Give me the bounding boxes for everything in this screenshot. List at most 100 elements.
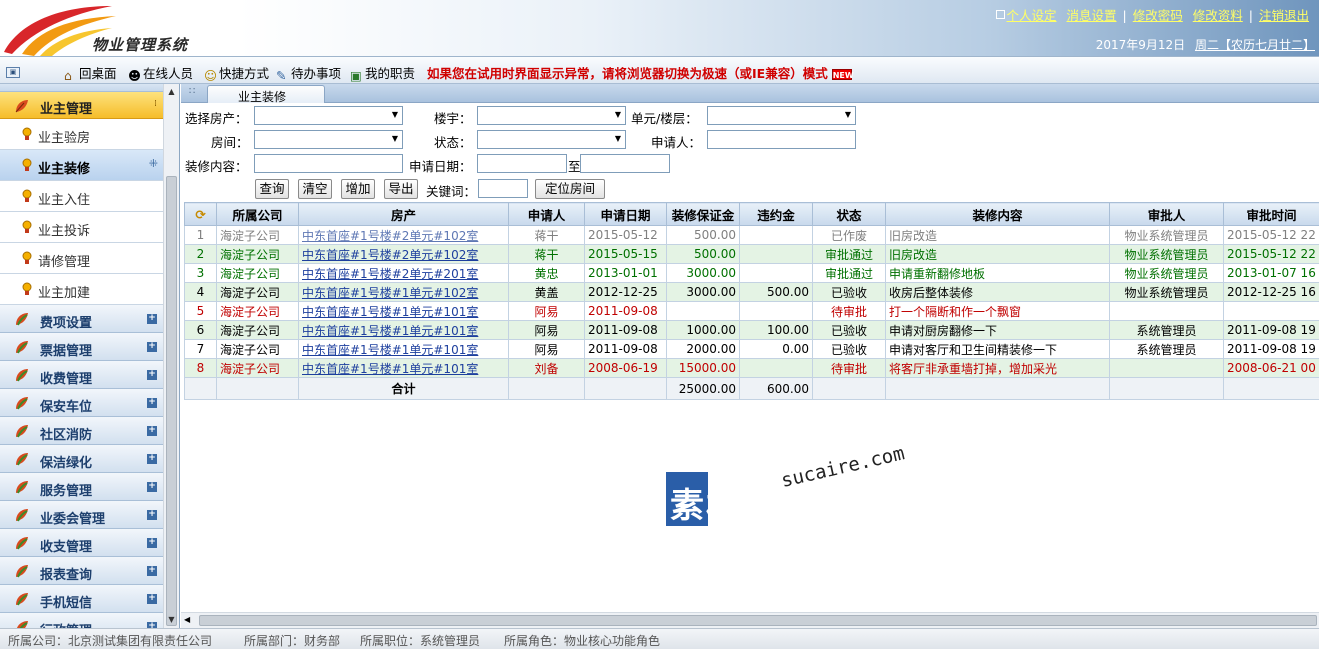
- expand-plus-icon[interactable]: +: [147, 538, 157, 548]
- divider: |: [1248, 8, 1253, 23]
- sidebar-item-owner-inspection[interactable]: 业主验房: [0, 119, 163, 150]
- sidebar-menu-item[interactable]: 费项设置 +: [0, 305, 163, 333]
- locate-room-button[interactable]: 定位房间: [535, 179, 605, 199]
- table-row[interactable]: 4 海淀子公司 中东首座#1号楼#1单元#102室 黄盖 2012-12-25 3000.…: [184, 282, 1319, 302]
- table-row[interactable]: 6 海淀子公司 中东首座#1号楼#1单元#101室 阿易 2011-09-08 1000.…: [184, 320, 1319, 340]
- property-link[interactable]: 中东首座#1号楼#1单元#101室: [302, 324, 478, 338]
- expand-plus-icon[interactable]: +: [147, 454, 157, 464]
- sidebar-scrollbar[interactable]: ▲ ▼: [163, 84, 179, 628]
- scroll-left-icon[interactable]: ◀: [184, 615, 190, 624]
- sidebar-menu-item[interactable]: 收费管理 +: [0, 361, 163, 389]
- expand-plus-icon[interactable]: +: [147, 314, 157, 324]
- sidebar-menu-item[interactable]: 收支管理 +: [0, 529, 163, 557]
- sidebar-group-owner-management[interactable]: 业主管理 ⁞: [0, 92, 163, 119]
- online-users-button[interactable]: ☻ 在线人员: [128, 63, 193, 83]
- cell-penalty: 0.00: [739, 339, 813, 359]
- col-header-approver[interactable]: 审批人: [1109, 202, 1224, 226]
- expand-plus-icon[interactable]: +: [147, 594, 157, 604]
- col-header-company[interactable]: 所属公司: [216, 202, 299, 226]
- clear-button[interactable]: 清空: [298, 179, 332, 199]
- property-link[interactable]: 中东首座#1号楼#1单元#101室: [302, 362, 478, 376]
- sidebar-item-partial[interactable]: [0, 84, 163, 92]
- expand-plus-icon[interactable]: +: [147, 398, 157, 408]
- sidebar-item-repair-management[interactable]: 请修管理: [0, 243, 163, 274]
- cell-content: 申请重新翻修地板: [885, 263, 1110, 283]
- property-link[interactable]: 中东首座#1号楼#1单元#102室: [302, 286, 478, 300]
- expand-plus-icon[interactable]: +: [147, 482, 157, 492]
- my-duties-button[interactable]: ▣ 我的职责: [350, 63, 415, 83]
- sidebar-item-owner-complaint[interactable]: 业主投诉: [0, 212, 163, 243]
- house-select[interactable]: ▼: [254, 106, 403, 125]
- keyword-input[interactable]: [478, 179, 528, 198]
- col-header-penalty[interactable]: 违约金: [739, 202, 813, 226]
- expand-plus-icon[interactable]: +: [147, 342, 157, 352]
- property-link[interactable]: 中东首座#1号楼#2单元#102室: [302, 248, 478, 262]
- tab-owner-renovation[interactable]: 业主装修: [207, 85, 325, 104]
- sidebar-menu-item[interactable]: 服务管理 +: [0, 473, 163, 501]
- col-header-status[interactable]: 状态: [812, 202, 886, 226]
- sidebar-menu-item[interactable]: 手机短信 +: [0, 585, 163, 613]
- horizontal-scrollbar[interactable]: ◀: [181, 612, 1319, 628]
- sidebar-menu-item[interactable]: 票据管理 +: [0, 333, 163, 361]
- property-link[interactable]: 中东首座#1号楼#2单元#102室: [302, 229, 478, 243]
- collapse-menu-icon[interactable]: ▣: [6, 62, 20, 78]
- add-button[interactable]: 增加: [341, 179, 375, 199]
- scroll-up-icon[interactable]: ▲: [164, 84, 179, 100]
- scroll-thumb[interactable]: [166, 176, 177, 626]
- sidebar-menu-item[interactable]: 行政管理+: [0, 613, 163, 628]
- building-select[interactable]: ▼: [477, 106, 626, 125]
- message-settings-link[interactable]: 消息设置: [1067, 8, 1117, 23]
- date-from-input[interactable]: [477, 154, 567, 173]
- applicant-input[interactable]: [707, 130, 856, 149]
- sidebar-menu-item[interactable]: 保安车位 +: [0, 389, 163, 417]
- sidebar-menu-item[interactable]: 业委会管理 +: [0, 501, 163, 529]
- table-row[interactable]: 2 海淀子公司 中东首座#1号楼#2单元#102室 蒋干 2015-05-15 500.0…: [184, 244, 1319, 264]
- table-row[interactable]: 8 海淀子公司 中东首座#1号楼#1单元#101室 刘备 2008-06-19 15000…: [184, 358, 1319, 378]
- logout-link[interactable]: 注销退出: [1259, 8, 1309, 23]
- cell-date: 2012-12-25: [584, 282, 667, 302]
- property-link[interactable]: 中东首座#1号楼#1单元#101室: [302, 343, 478, 357]
- scroll-down-icon[interactable]: ▼: [164, 612, 179, 628]
- table-row[interactable]: 1 海淀子公司 中东首座#1号楼#2单元#102室 蒋干 2015-05-12 500.0…: [184, 225, 1319, 245]
- col-header-approve-time[interactable]: 审批时间: [1223, 202, 1319, 226]
- property-link[interactable]: 中东首座#1号楼#2单元#201室: [302, 267, 478, 281]
- sidebar-menu-item[interactable]: 社区消防 +: [0, 417, 163, 445]
- cell-applicant: 刘备: [508, 358, 585, 378]
- app-title: 物业管理系统: [92, 36, 189, 54]
- expand-plus-icon[interactable]: +: [147, 426, 157, 436]
- expand-plus-icon[interactable]: +: [147, 566, 157, 576]
- table-row[interactable]: 7 海淀子公司 中东首座#1号楼#1单元#101室 阿易 2011-09-08 2000.…: [184, 339, 1319, 359]
- property-link[interactable]: 中东首座#1号楼#1单元#101室: [302, 305, 478, 319]
- table-row[interactable]: 5 海淀子公司 中东首座#1号楼#1单元#101室 阿易 2011-09-08 待审批 打一…: [184, 301, 1319, 321]
- date-to-input[interactable]: [580, 154, 670, 173]
- refresh-icon[interactable]: ⟳: [184, 202, 217, 226]
- expand-plus-icon[interactable]: +: [147, 510, 157, 520]
- expand-plus-icon[interactable]: +: [147, 370, 157, 380]
- col-header-property[interactable]: 房产: [298, 202, 509, 226]
- unit-floor-select[interactable]: ▼: [707, 106, 856, 125]
- room-select[interactable]: ▼: [254, 130, 403, 149]
- col-header-deposit[interactable]: 装修保证金: [666, 202, 740, 226]
- change-password-link[interactable]: 修改密码: [1133, 8, 1183, 23]
- h-scroll-thumb[interactable]: [199, 615, 1317, 626]
- total-label: 合计: [298, 377, 509, 400]
- sidebar-item-owner-renovation[interactable]: 业主装修 ⁜: [0, 150, 163, 181]
- home-button[interactable]: ⌂ 回桌面: [64, 63, 117, 83]
- table-row[interactable]: 3 海淀子公司 中东首座#1号楼#2单元#201室 黄忠 2013-01-01 3000.…: [184, 263, 1319, 283]
- personal-settings-link[interactable]: 个人设定: [1007, 8, 1057, 23]
- status-select[interactable]: ▼: [477, 130, 626, 149]
- sidebar-menu-item[interactable]: 保洁绿化 +: [0, 445, 163, 473]
- sidebar-menu-item[interactable]: 报表查询 +: [0, 557, 163, 585]
- col-header-date[interactable]: 申请日期: [584, 202, 667, 226]
- export-button[interactable]: 导出: [384, 179, 418, 199]
- lunar-date-link[interactable]: 周二【农历七月廿二】: [1195, 38, 1315, 52]
- sidebar-item-owner-movein[interactable]: 业主入住: [0, 181, 163, 212]
- col-header-applicant[interactable]: 申请人: [508, 202, 585, 226]
- query-button[interactable]: 查询: [255, 179, 289, 199]
- col-header-content[interactable]: 装修内容: [885, 202, 1110, 226]
- todo-button[interactable]: ✎ 待办事项: [276, 63, 341, 83]
- shortcuts-button[interactable]: ☺ 快捷方式: [204, 63, 269, 83]
- edit-profile-link[interactable]: 修改资料: [1193, 8, 1243, 23]
- sidebar-item-owner-extension[interactable]: 业主加建: [0, 274, 163, 305]
- content-input[interactable]: [254, 154, 403, 173]
